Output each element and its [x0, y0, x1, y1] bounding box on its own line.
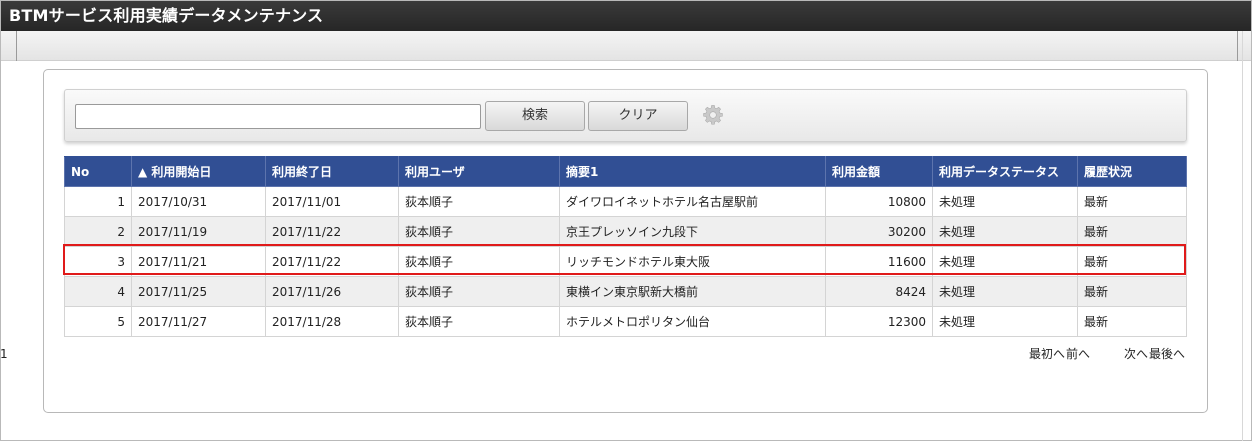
toolbar-divider	[1237, 31, 1238, 61]
cell-summary: ダイワロイネットホテル名古屋駅前	[559, 186, 826, 217]
results-table: No ▲ 利用開始日 利用終了日 利用ユーザ 摘要1 利用金額 利用データステー…	[64, 156, 1187, 337]
cell-end-date: 2017/11/22	[265, 216, 399, 247]
cell-no: 2	[64, 216, 132, 247]
column-header-status[interactable]: 利用データステータス	[932, 156, 1078, 187]
cell-end-date: 2017/11/22	[265, 246, 399, 277]
cell-no: 3	[64, 246, 132, 277]
cell-status: 未処理	[932, 246, 1078, 277]
cell-start-date: 2017/11/27	[131, 306, 266, 337]
column-header-no[interactable]: No	[64, 156, 132, 187]
pager-next-link[interactable]: 次へ	[1124, 344, 1148, 364]
column-header-amount[interactable]: 利用金額	[825, 156, 933, 187]
cell-start-date: 2017/11/25	[131, 276, 266, 307]
column-header-end-date[interactable]: 利用終了日	[265, 156, 399, 187]
gear-icon[interactable]	[702, 104, 724, 126]
cell-user: 荻本順子	[398, 306, 560, 337]
cell-no: 5	[64, 306, 132, 337]
scrollbar[interactable]	[1242, 31, 1243, 441]
cell-history: 最新	[1077, 186, 1187, 217]
cell-user: 荻本順子	[398, 246, 560, 277]
cell-no: 1	[64, 186, 132, 217]
cell-amount: 10800	[825, 186, 933, 217]
toolbar-divider	[16, 31, 17, 61]
cell-history: 最新	[1077, 216, 1187, 247]
table-row[interactable]: 5 2017/11/27 2017/11/28 荻本順子 ホテルメトロポリタン仙…	[64, 306, 1187, 337]
cell-end-date: 2017/11/26	[265, 276, 399, 307]
cell-summary: リッチモンドホテル東大阪	[559, 246, 826, 277]
column-header-history[interactable]: 履歴状況	[1077, 156, 1187, 187]
cell-end-date: 2017/11/01	[265, 186, 399, 217]
cell-start-date: 2017/11/19	[131, 216, 266, 247]
cell-user: 荻本順子	[398, 216, 560, 247]
cell-summary: ホテルメトロポリタン仙台	[559, 306, 826, 337]
cell-summary: 京王プレッソイン九段下	[559, 216, 826, 247]
cell-start-date: 2017/10/31	[131, 186, 266, 217]
table-row[interactable]: 4 2017/11/25 2017/11/26 荻本順子 東横イン東京駅新大橋前…	[64, 276, 1187, 307]
pager-current-page: 1	[0, 347, 8, 361]
cell-no: 4	[64, 276, 132, 307]
column-header-user[interactable]: 利用ユーザ	[398, 156, 560, 187]
pager-prev-link[interactable]: 前へ	[1066, 344, 1090, 364]
column-header-start-date[interactable]: ▲ 利用開始日	[131, 156, 266, 187]
cell-user: 荻本順子	[398, 276, 560, 307]
cell-history: 最新	[1077, 306, 1187, 337]
cell-start-date: 2017/11/21	[131, 246, 266, 277]
pager-first-link[interactable]: 最初へ	[1029, 344, 1065, 364]
cell-amount: 30200	[825, 216, 933, 247]
column-header-summary[interactable]: 摘要1	[559, 156, 826, 187]
search-input[interactable]	[75, 104, 481, 129]
table-row[interactable]: 3 2017/11/21 2017/11/22 荻本順子 リッチモンドホテル東大…	[64, 246, 1187, 277]
table-row[interactable]: 2 2017/11/19 2017/11/22 荻本順子 京王プレッソイン九段下…	[64, 216, 1187, 247]
clear-button[interactable]: クリア	[588, 101, 688, 131]
search-button[interactable]: 検索	[485, 101, 585, 131]
cell-status: 未処理	[932, 216, 1078, 247]
cell-user: 荻本順子	[398, 186, 560, 217]
cell-history: 最新	[1077, 246, 1187, 277]
cell-status: 未処理	[932, 186, 1078, 217]
cell-summary: 東横イン東京駅新大橋前	[559, 276, 826, 307]
cell-end-date: 2017/11/28	[265, 306, 399, 337]
cell-amount: 8424	[825, 276, 933, 307]
cell-status: 未処理	[932, 306, 1078, 337]
cell-amount: 11600	[825, 246, 933, 277]
cell-amount: 12300	[825, 306, 933, 337]
cell-status: 未処理	[932, 276, 1078, 307]
table-header-row: No ▲ 利用開始日 利用終了日 利用ユーザ 摘要1 利用金額 利用データステー…	[64, 156, 1187, 187]
toolbar	[1, 31, 1251, 61]
cell-history: 最新	[1077, 276, 1187, 307]
pager-last-link[interactable]: 最後へ	[1149, 344, 1185, 364]
table-row[interactable]: 1 2017/10/31 2017/11/01 荻本順子 ダイワロイネットホテル…	[64, 186, 1187, 217]
window-title: BTMサービス利用実績データメンテナンス	[1, 1, 1251, 31]
